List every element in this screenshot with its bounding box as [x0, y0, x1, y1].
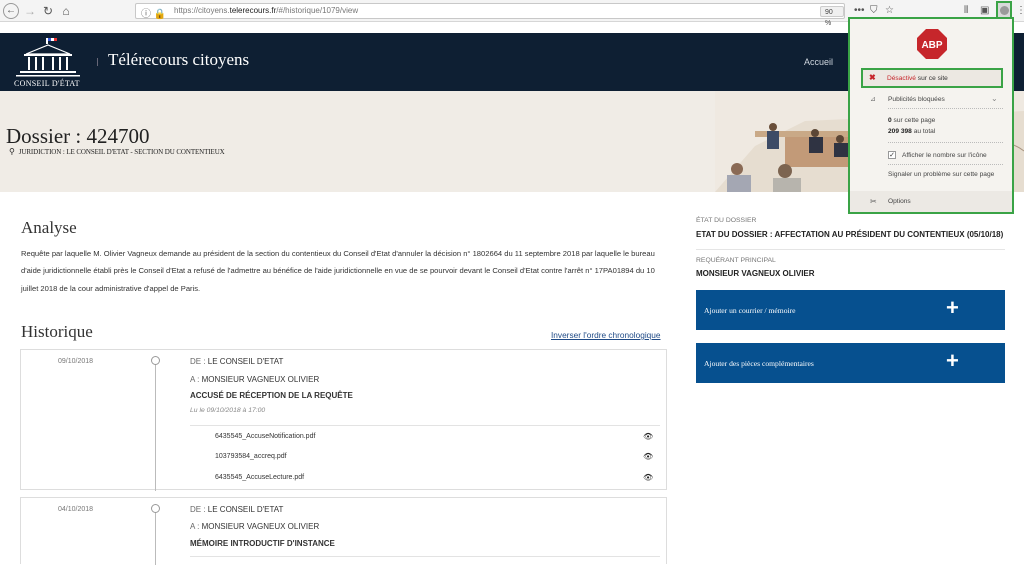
eye-icon[interactable]: 👁 [643, 452, 653, 461]
dossier-title: Dossier : 424700 [6, 124, 150, 148]
eye-icon[interactable]: 👁 [643, 473, 653, 482]
show-count-checkbox[interactable]: ✓ [888, 151, 896, 159]
timeline-dot [151, 356, 160, 365]
abp-total-count: 209 398 au total [888, 128, 936, 135]
abp-disabled-label: Désactivé sur ce site [887, 75, 948, 82]
entry-divider [190, 556, 660, 557]
requerant-value: MONSIEUR VAGNEUX OLIVIER [696, 269, 815, 278]
location-pin-icon: ⚲ [9, 147, 15, 156]
wrench-icon: ✂ [870, 197, 877, 206]
conseil-etat-logo[interactable]: CONSEIL D'ÉTAT [14, 38, 82, 88]
abp-report-link[interactable]: Signaler un problème sur cette page [888, 171, 994, 178]
library-icon[interactable]: ⫴ [964, 4, 968, 18]
more-actions-icon[interactable]: ••• [854, 4, 865, 18]
historique-heading: Historique [21, 322, 93, 341]
entry-from: DE : LE CONSEIL D'ETAT [190, 357, 284, 366]
entry-to: A : MONSIEUR VAGNEUX OLIVIER [190, 522, 320, 531]
abp-disabled-toggle[interactable]: ✖ Désactivé sur ce site [861, 68, 1003, 88]
header-divider [97, 58, 98, 66]
close-x-icon: ✖ [869, 73, 876, 82]
analyse-heading: Analyse [21, 218, 77, 237]
analyse-text: Requête par laquelle M. Olivier Vagneux … [21, 249, 655, 293]
back-arrow-icon[interactable]: ← [3, 3, 19, 19]
timeline-line [155, 511, 156, 565]
site-info-icon[interactable]: ⓘ 🔒 [141, 5, 166, 20]
abp-page-count: 0 sur cette page [888, 117, 936, 124]
add-pieces-label: Ajouter des pièces complémentaires [704, 359, 814, 368]
sidebar-divider [696, 249, 1005, 250]
abp-options-label: Options [888, 198, 911, 205]
nav-accueil-link[interactable]: Accueil [804, 57, 833, 67]
entry-to: A : MONSIEUR VAGNEUX OLIVIER [190, 375, 320, 384]
entry-title: MÉMOIRE INTRODUCTIF D'INSTANCE [190, 539, 335, 548]
add-courrier-label: Ajouter un courrier / mémoire [704, 306, 796, 315]
etat-label: ÉTAT DU DOSSIER [696, 217, 757, 224]
zoom-badge[interactable]: 90 % [820, 6, 844, 27]
timeline-line [155, 363, 156, 491]
file-link[interactable]: 6435545_AccuseNotification.pdf [215, 433, 315, 440]
abp-blocked-ads-toggle[interactable]: Publicités bloquées [888, 96, 945, 103]
add-pieces-button[interactable]: Ajouter des pièces complémentaires + [696, 343, 1005, 383]
entry-read-date: Lu le 09/10/2018 à 17:00 [190, 407, 266, 414]
stats-chart-icon: ⊿ [870, 96, 876, 103]
adblock-popup: ABP ✖ Désactivé sur ce site ⊿ Publicités… [848, 17, 1014, 214]
plus-icon: + [946, 295, 959, 320]
requerant-label: REQUÉRANT PRINCIPAL [696, 257, 776, 264]
etat-value: ETAT DU DOSSIER : AFFECTATION AU PRÉSIDE… [696, 230, 1004, 239]
site-title[interactable]: Télérecours citoyens [108, 50, 249, 70]
forward-arrow-icon[interactable]: → [22, 3, 38, 19]
address-bar[interactable]: ⓘ 🔒 https://citoyens.telerecours.fr/#/hi… [135, 3, 845, 27]
history-entry: 09/10/2018 DE : LE CONSEIL D'ETAT A : MO… [20, 349, 667, 491]
abp-options-button[interactable]: ✂ Options [850, 191, 1012, 212]
abp-divider [888, 142, 1003, 143]
abp-divider [888, 164, 1003, 165]
pocket-icon[interactable]: ⛉ [870, 4, 878, 18]
eye-icon[interactable]: 👁 [643, 432, 653, 441]
sidebar-icon[interactable]: ▣ [980, 4, 989, 18]
entry-title: ACCUSÉ DE RÉCEPTION DE LA REQUÊTE [190, 391, 353, 400]
logo-text: CONSEIL D'ÉTAT [14, 79, 80, 88]
home-icon[interactable]: ⌂ [58, 3, 74, 19]
abp-divider [888, 108, 1003, 109]
entry-divider [190, 425, 660, 426]
file-link[interactable]: 103793584_accreq.pdf [215, 453, 287, 460]
chevron-down-icon[interactable]: ⌄ [991, 94, 998, 103]
lock-icon: 🔒 [153, 9, 167, 20]
entry-date: 04/10/2018 [58, 506, 94, 513]
add-courrier-button[interactable]: Ajouter un courrier / mémoire + [696, 290, 1005, 330]
file-link[interactable]: 6435545_AccuseLecture.pdf [215, 474, 304, 481]
history-entry: 04/10/2018 DE : LE CONSEIL D'ETAT A : MO… [20, 497, 667, 565]
svg-text:ABP: ABP [921, 40, 942, 51]
reload-icon[interactable]: ↻ [40, 3, 56, 19]
url-text: https://citoyens.telerecours.fr/#/histor… [174, 6, 359, 15]
entry-date: 09/10/2018 [58, 358, 94, 365]
plus-icon: + [946, 348, 959, 373]
abp-logo-icon: ABP [917, 29, 947, 59]
timeline-dot [151, 504, 160, 513]
entry-from: DE : LE CONSEIL D'ETAT [190, 505, 284, 514]
juridiction-line: ⚲ JURIDICTION : LE CONSEIL D'ETAT - SECTI… [9, 147, 225, 156]
menu-icon[interactable]: ⋮ [1016, 4, 1024, 18]
show-count-label: Afficher le nombre sur l'icône [902, 152, 987, 159]
bookmark-star-icon[interactable]: ☆ [885, 4, 894, 18]
invert-order-link[interactable]: Inverser l'ordre chronologique [551, 330, 661, 340]
